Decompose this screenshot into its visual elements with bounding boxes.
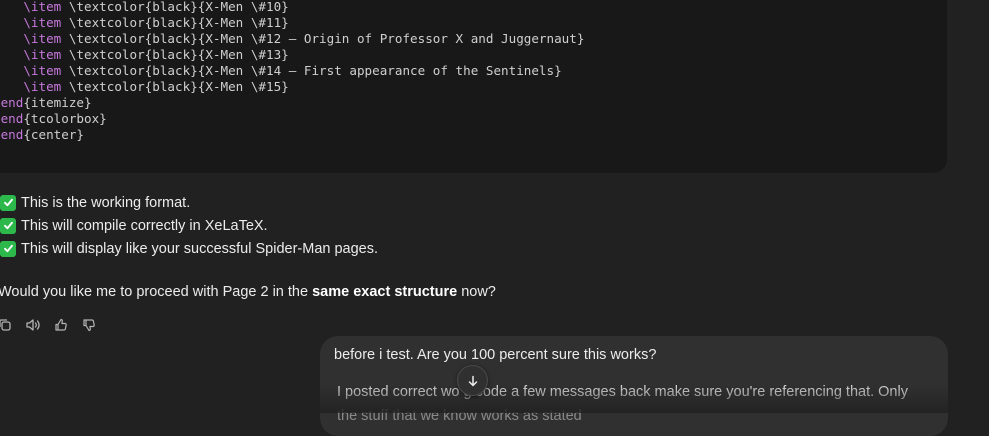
code-line: \item \textcolor{black}{X-Men \#12 — Ori… <box>0 31 584 47</box>
question-bold: same exact structure <box>312 284 458 300</box>
code-line: \item \textcolor{black}{X-Men \#15} <box>0 79 584 95</box>
question-suffix: now? <box>457 284 496 300</box>
code-command: \end <box>0 95 24 110</box>
code-command: \item <box>23 15 62 30</box>
check-item: This will display like your successful S… <box>0 237 378 260</box>
check-text: This will compile correctly in XeLaTeX. <box>21 217 268 234</box>
code-line: \end{center} <box>0 127 584 143</box>
code-command: \end <box>0 111 24 126</box>
check-text: This is the working format. <box>21 194 191 211</box>
check-mark-icon <box>0 240 16 257</box>
code-text: \textcolor{black}{X-Men \#13} <box>61 47 289 62</box>
code-block: \item \textcolor{black}{X-Men \#9 — Firs… <box>0 0 947 173</box>
code-line: \item \textcolor{black}{X-Men \#10} <box>0 0 584 15</box>
copy-icon[interactable] <box>0 316 14 334</box>
code-command: \item <box>23 0 62 14</box>
code-command: \end <box>0 127 24 142</box>
code-command: \item <box>23 31 62 46</box>
code-text: \textcolor{black}{X-Men \#15} <box>61 79 289 94</box>
question-prefix: Would you like me to proceed with Page 2… <box>0 284 313 300</box>
code-line: \end{tcolorbox} <box>0 111 584 127</box>
user-message-bubble: before i test. Are you 100 percent sure … <box>320 336 948 436</box>
check-item: This will compile correctly in XeLaTeX. <box>0 214 378 237</box>
user-message-line-2: I posted correct wo g code a few message… <box>337 384 908 400</box>
code-text: {itemize} <box>23 95 92 110</box>
checklist: This is the working format. This will com… <box>0 191 378 260</box>
check-mark-icon <box>0 194 16 211</box>
code-text: \textcolor{black}{X-Men \#10} <box>61 0 289 14</box>
code-content: \item \textcolor{black}{X-Men \#9 — Firs… <box>0 0 584 143</box>
follow-up-question: Would you like me to proceed with Page 2… <box>0 284 496 300</box>
user-message-line-3: the stuff that we know works as stated <box>337 408 582 424</box>
code-text: {center} <box>23 127 85 142</box>
message-actions <box>0 316 98 334</box>
thumbs-up-icon[interactable] <box>52 316 70 334</box>
code-text: \textcolor{black}{X-Men \#14 — First app… <box>61 63 562 78</box>
code-text: \textcolor{black}{X-Men \#11} <box>61 15 289 30</box>
thumbs-down-icon[interactable] <box>80 316 98 334</box>
code-text: \textcolor{black}{X-Men \#12 — Origin of… <box>61 31 585 46</box>
check-mark-icon <box>0 217 16 234</box>
code-line: \item \textcolor{black}{X-Men \#11} <box>0 15 584 31</box>
check-text: This will display like your successful S… <box>21 240 379 257</box>
check-item: This is the working format. <box>0 191 378 214</box>
code-text: {tcolorbox} <box>23 111 107 126</box>
arrow-down-icon <box>468 375 477 386</box>
user-message-line-1: before i test. Are you 100 percent sure … <box>334 347 657 363</box>
read-aloud-icon[interactable] <box>24 316 42 334</box>
code-line: \end{itemize} <box>0 95 584 111</box>
code-command: \item <box>23 63 62 78</box>
code-line: \item \textcolor{black}{X-Men \#13} <box>0 47 584 63</box>
code-command: \item <box>23 79 62 94</box>
code-line: \item \textcolor{black}{X-Men \#14 — Fir… <box>0 63 584 79</box>
scroll-to-bottom-button[interactable] <box>457 365 488 396</box>
code-command: \item <box>23 47 62 62</box>
